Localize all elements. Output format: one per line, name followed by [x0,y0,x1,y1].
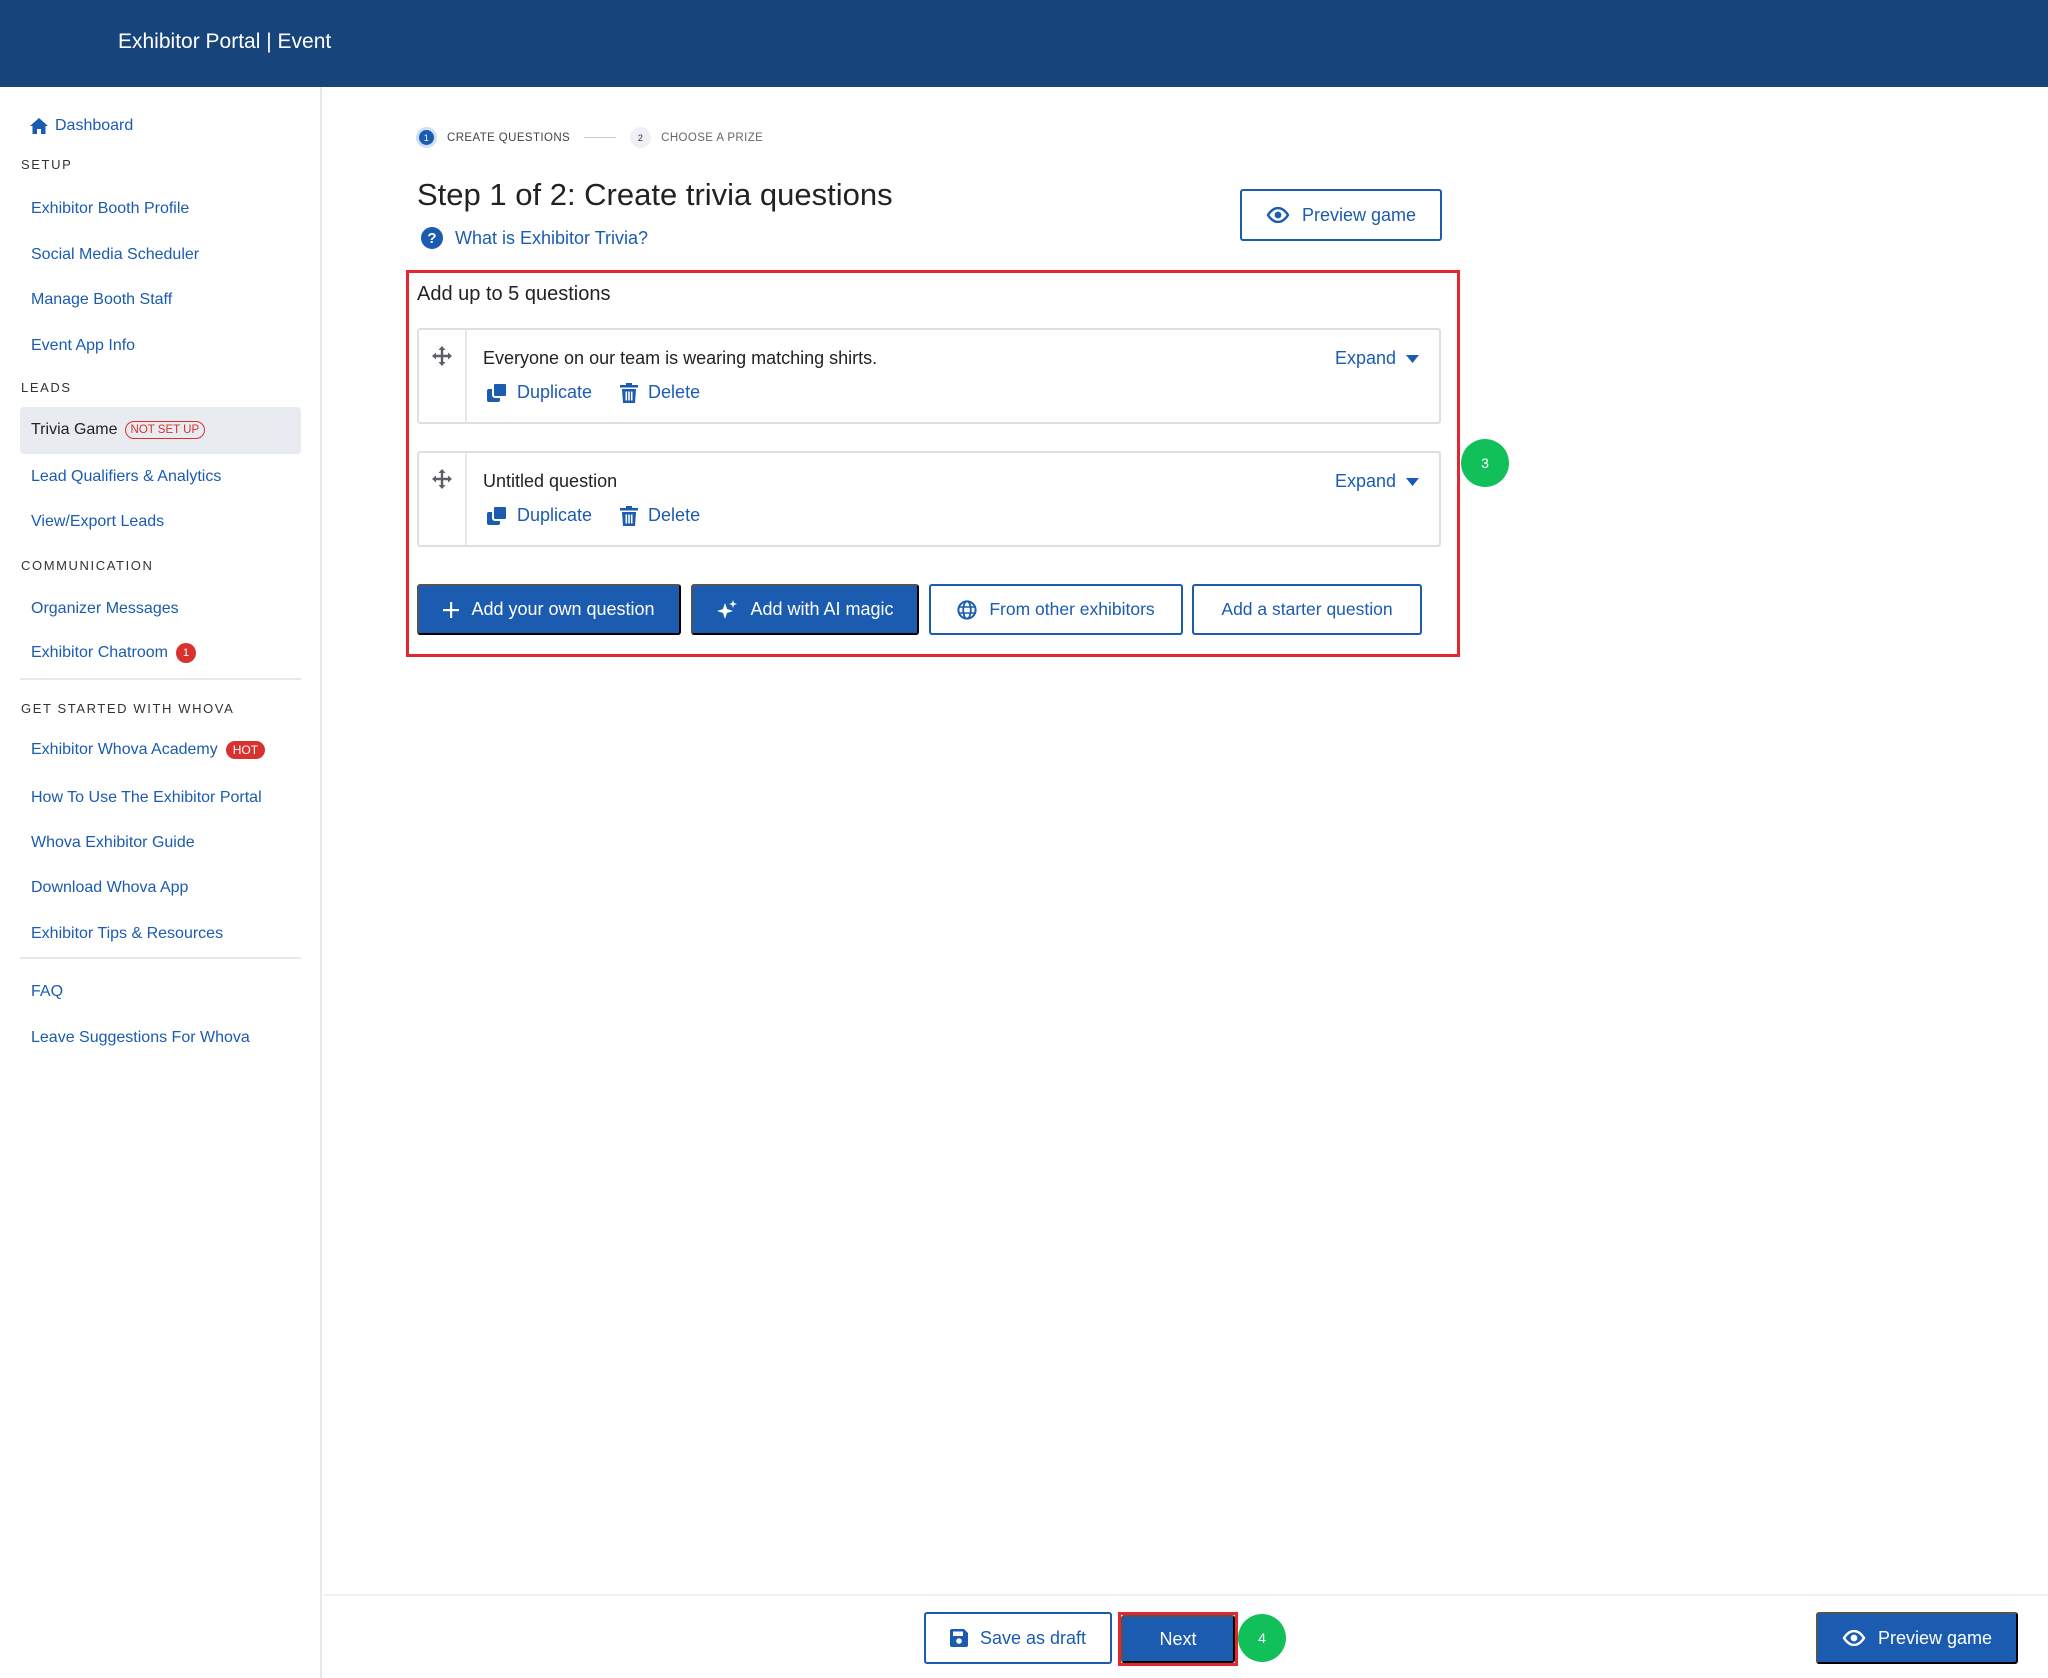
plus-icon [443,601,460,618]
step-2-label: CHOOSE A PRIZE [661,131,764,144]
save-draft-button[interactable]: Save as draft [924,1612,1112,1664]
trash-icon [620,505,639,526]
sidebar-divider [20,957,301,959]
expand-label: Expand [1334,348,1396,368]
sidebar-item-tips-resources[interactable]: Exhibitor Tips & Resources [31,925,223,943]
sidebar-item-label: Dashboard [55,117,134,134]
sidebar-item-whova-academy[interactable]: Exhibitor Whova Academy HOT [31,741,266,759]
sidebar-item-booth-staff[interactable]: Manage Booth Staff [31,291,172,309]
move-icon [432,469,452,489]
add-own-question-label: Add your own question [471,599,655,619]
expand-button[interactable]: Expand [1335,348,1419,369]
drag-handle[interactable] [419,330,467,422]
next-label: Next [1159,1628,1197,1649]
stepper: 1 CREATE QUESTIONS 2 CHOOSE A PRIZE [416,127,763,148]
next-button[interactable]: Next [1121,1615,1235,1663]
page-title: Step 1 of 2: Create trivia questions [417,177,893,212]
expand-label: Expand [1334,471,1396,491]
step-2-indicator: 2 [630,127,652,148]
questions-heading: Add up to 5 questions [417,283,611,305]
what-is-trivia-link[interactable]: ? What is Exhibitor Trivia? [421,227,648,249]
delete-button[interactable]: Delete [620,382,700,403]
add-starter-question-button[interactable]: Add a starter question [1192,584,1422,635]
step-connector [584,137,617,138]
eye-icon [1266,207,1290,223]
step-1-indicator: 1 [416,127,437,148]
add-ai-magic-button[interactable]: Add with AI magic [691,584,919,635]
not-set-up-badge: NOT SET UP [124,421,206,439]
question-circle-icon: ? [421,227,443,249]
duplicate-label: Duplicate [517,382,593,402]
section-communication: COMMUNICATION [21,558,154,573]
sidebar-item-exhibitor-chatroom[interactable]: Exhibitor Chatroom 1 [31,643,196,663]
step-marker-3: 3 [1461,439,1509,487]
duplicate-label: Duplicate [517,505,593,525]
move-icon [432,346,452,366]
preview-game-label: Preview game [1301,204,1417,225]
section-leads: LEADS [21,380,72,395]
sidebar-item-lead-qualifiers[interactable]: Lead Qualifiers & Analytics [31,468,221,486]
from-other-exhibitors-label: From other exhibitors [989,599,1155,619]
from-other-exhibitors-button[interactable]: From other exhibitors [929,584,1183,635]
delete-label: Delete [648,382,701,402]
section-get-started: GET STARTED WITH WHOVA [21,701,235,716]
sidebar-item-social-scheduler[interactable]: Social Media Scheduler [31,246,199,264]
add-starter-question-label: Add a starter question [1221,599,1393,619]
sidebar-item-label: Exhibitor Chatroom [31,644,168,661]
sidebar-item-label: Exhibitor Whova Academy [31,741,218,758]
duplicate-button[interactable]: Duplicate [487,382,592,403]
trash-icon [620,382,639,403]
drag-handle[interactable] [419,453,467,545]
home-icon [30,118,48,134]
unread-count-badge: 1 [175,643,196,663]
caret-down-icon [1406,477,1419,486]
sidebar-item-dashboard[interactable]: Dashboard [30,117,133,135]
expand-button[interactable]: Expand [1335,471,1419,492]
question-text[interactable]: Everyone on our team is wearing matching… [483,348,877,369]
duplicate-button[interactable]: Duplicate [487,505,592,526]
footer-preview-game-button[interactable]: Preview game [1816,1612,2018,1664]
sidebar-divider [20,678,301,680]
copy-icon [487,382,507,402]
sidebar-item-suggestions[interactable]: Leave Suggestions For Whova [31,1029,250,1047]
section-setup: SETUP [21,157,73,172]
delete-button[interactable]: Delete [620,505,700,526]
caret-down-icon [1406,354,1419,363]
step-1-label: CREATE QUESTIONS [447,131,571,144]
sidebar-item-exhibitor-guide[interactable]: Whova Exhibitor Guide [31,834,195,852]
add-own-question-button[interactable]: Add your own question [417,584,681,635]
eye-icon [1842,1630,1866,1646]
question-text[interactable]: Untitled question [483,471,617,492]
top-bar: Exhibitor Portal | Event [0,0,2048,87]
portal-title: Exhibitor Portal | Event [118,30,332,53]
sidebar-item-trivia-game[interactable]: Trivia Game NOT SET UP [20,407,301,454]
preview-game-button[interactable]: Preview game [1240,189,1442,241]
add-ai-magic-label: Add with AI magic [750,599,894,619]
save-draft-label: Save as draft [979,1627,1087,1648]
help-link-label: What is Exhibitor Trivia? [455,227,649,248]
sidebar-item-faq[interactable]: FAQ [31,983,63,1001]
step-marker-4: 4 [1238,1614,1286,1662]
sidebar-item-download-app[interactable]: Download Whova App [31,879,188,897]
footer-preview-game-label: Preview game [1877,1627,1993,1648]
sidebar-item-view-export-leads[interactable]: View/Export Leads [31,513,164,531]
sidebar-item-event-app-info[interactable]: Event App Info [31,337,135,355]
copy-icon [487,505,507,525]
delete-label: Delete [648,505,701,525]
hot-badge: HOT [225,741,266,759]
sidebar-item-how-to-use[interactable]: How To Use The Exhibitor Portal [31,789,262,807]
sidebar-item-label: Trivia Game [31,421,118,438]
save-icon [949,1629,968,1647]
sparkles-icon [717,599,738,619]
sidebar-item-organizer-messages[interactable]: Organizer Messages [31,600,179,618]
sidebar: Dashboard SETUP Exhibitor Booth Profile … [0,87,322,1678]
sidebar-item-booth-profile[interactable]: Exhibitor Booth Profile [31,200,189,218]
globe-icon [957,599,977,620]
question-card: Untitled question Expand Duplicate Delet… [417,451,1441,547]
question-card: Everyone on our team is wearing matching… [417,328,1441,424]
